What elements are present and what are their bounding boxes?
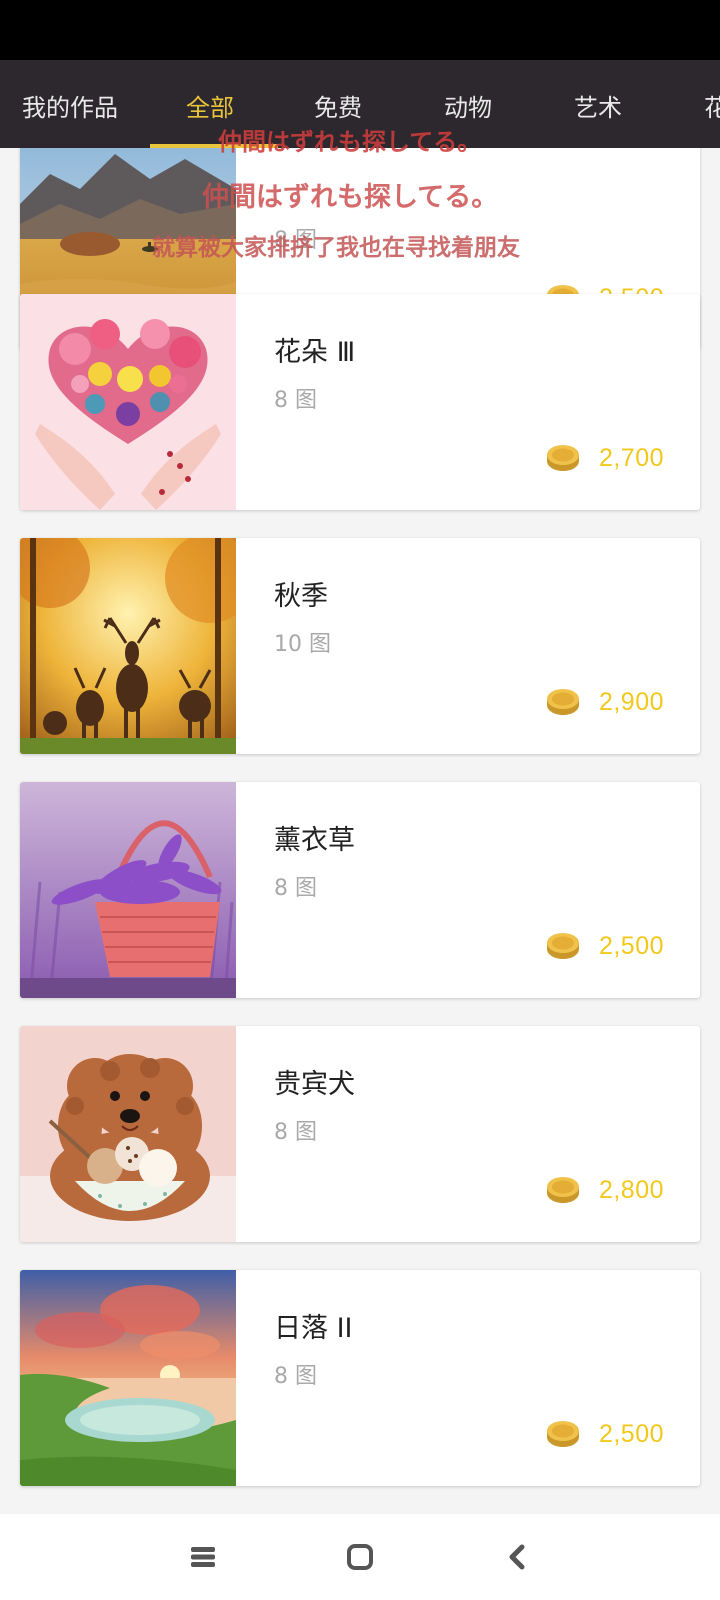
gallery-card[interactable]: 秋季 10 图 2,900 [20, 538, 700, 754]
tab-animals[interactable]: 动物 [444, 88, 492, 123]
home-button[interactable] [337, 1534, 383, 1580]
card-title: 薰衣草 [274, 825, 355, 856]
coin-icon [546, 445, 579, 471]
overlay-caption: 就算被大家排挤了我也在寻找着朋友 [152, 235, 520, 261]
card-thumbnail [20, 538, 236, 754]
card-thumbnail [20, 782, 236, 998]
card-image-count: 8 图 [274, 1120, 317, 1145]
card-title: 日落 II [274, 1313, 353, 1344]
coin-icon [546, 689, 579, 715]
gallery-card[interactable]: 薰衣草 8 图 2,500 [20, 782, 700, 998]
card-title: 花朵 Ⅲ [274, 337, 356, 368]
coin-icon [546, 1421, 579, 1447]
back-icon [509, 1544, 525, 1570]
coin-icon [546, 933, 579, 959]
menu-icon [191, 1547, 215, 1567]
card-image-count: 10 图 [274, 632, 331, 657]
card-thumbnail [20, 1026, 236, 1242]
price-value: 2,700 [598, 443, 664, 472]
screen: 我的作品 全部 免费 动物 艺术 花 8 图 花朵 Ⅲ 8 图 2,700 秋季… [0, 0, 720, 1600]
overlay-caption: 仲間はずれも探してる。 [218, 128, 482, 156]
card-price[interactable]: 2,500 [545, 930, 664, 962]
recent-apps-button[interactable] [180, 1534, 226, 1580]
gallery-card[interactable]: 日落 II 8 图 2,500 [20, 1270, 700, 1486]
system-nav-bar [0, 1514, 720, 1600]
tab-art[interactable]: 艺术 [574, 88, 622, 123]
card-price[interactable]: 2,900 [545, 686, 664, 718]
card-thumbnail [20, 294, 236, 510]
back-button[interactable] [494, 1534, 540, 1580]
tab-my-works[interactable]: 我的作品 [22, 88, 118, 123]
card-price[interactable]: 2,500 [545, 1418, 664, 1450]
tab-free[interactable]: 免费 [314, 88, 362, 123]
card-price[interactable]: 2,700 [545, 442, 664, 474]
price-value: 2,500 [598, 931, 664, 960]
coin-icon [546, 1177, 579, 1203]
price-value: 2,800 [598, 1175, 664, 1204]
price-value: 2,900 [598, 687, 664, 716]
card-image-count: 8 图 [274, 876, 317, 901]
card-image-count: 8 图 [274, 388, 317, 413]
card-thumbnail [20, 1270, 236, 1486]
card-image-count: 8 图 [274, 1364, 317, 1389]
tab-all[interactable]: 全部 [186, 88, 234, 123]
home-icon [347, 1544, 373, 1570]
status-bar [0, 0, 720, 60]
gallery-card[interactable]: 贵宾犬 8 图 2,800 [20, 1026, 700, 1242]
card-price[interactable]: 2,800 [545, 1174, 664, 1206]
tab-flowers[interactable]: 花 [704, 88, 720, 123]
card-title: 秋季 [274, 581, 328, 612]
price-value: 2,500 [598, 1419, 664, 1448]
gallery-list[interactable]: 8 图 2,500 [0, 148, 720, 1514]
overlay-caption: 仲間はずれも探してる。 [202, 182, 499, 213]
gallery-card[interactable]: 花朵 Ⅲ 8 图 2,700 [20, 294, 700, 510]
card-title: 贵宾犬 [274, 1069, 355, 1100]
